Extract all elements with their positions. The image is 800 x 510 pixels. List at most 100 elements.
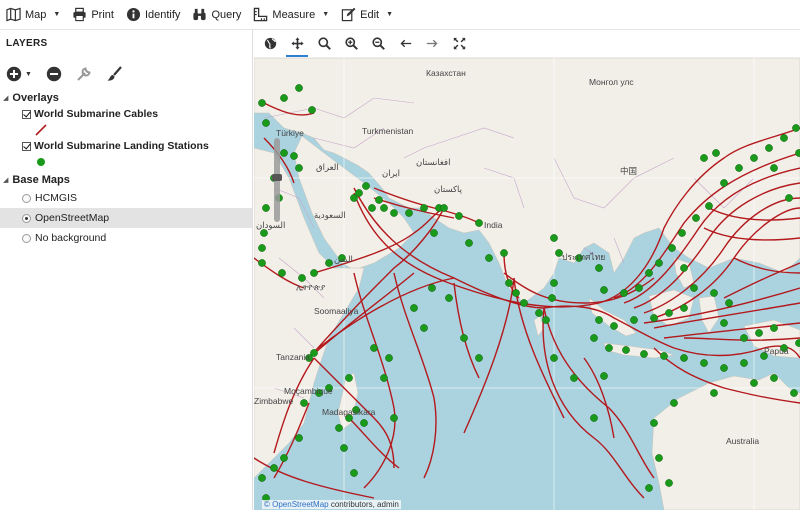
map-menu-button[interactable]: Map ▼ xyxy=(6,4,60,26)
landing-station-marker[interactable] xyxy=(665,479,673,487)
landing-station-marker[interactable] xyxy=(520,299,528,307)
map-canvas[interactable]: Казахстан Монгол улс Türkiye Turkmenista… xyxy=(254,58,800,510)
landing-station-marker[interactable] xyxy=(460,334,468,342)
landing-station-marker[interactable] xyxy=(345,374,353,382)
landing-station-marker[interactable] xyxy=(340,444,348,452)
landing-station-marker[interactable] xyxy=(258,259,266,267)
landing-station-marker[interactable] xyxy=(650,419,658,427)
landing-station-marker[interactable] xyxy=(300,399,308,407)
zoom-out-button[interactable] xyxy=(370,35,386,53)
landing-station-marker[interactable] xyxy=(635,284,643,292)
landing-station-marker[interactable] xyxy=(428,284,436,292)
zoom-box-button[interactable] xyxy=(316,35,332,53)
no-background-radio[interactable] xyxy=(22,233,31,243)
overlays-group[interactable]: ◢ Overlays xyxy=(0,90,252,106)
landing-station-marker[interactable] xyxy=(690,284,698,292)
landing-station-marker[interactable] xyxy=(390,209,398,217)
landing-station-marker[interactable] xyxy=(370,344,378,352)
landing-station-marker[interactable] xyxy=(570,374,578,382)
zoom-slider[interactable] xyxy=(272,138,282,222)
landing-station-marker[interactable] xyxy=(650,314,658,322)
landing-station-marker[interactable] xyxy=(712,149,720,157)
landing-station-marker[interactable] xyxy=(590,334,598,342)
landing-station-marker[interactable] xyxy=(680,304,688,312)
landing-station-marker[interactable] xyxy=(660,352,668,360)
landing-station-marker[interactable] xyxy=(735,164,743,172)
basemap-option-no-background[interactable]: No background xyxy=(0,228,252,248)
layer-row-landing-stations[interactable]: World Submarine Landing Stations xyxy=(0,138,252,154)
landing-station-marker[interactable] xyxy=(475,219,483,227)
landing-station-marker[interactable] xyxy=(720,179,728,187)
landing-station-marker[interactable] xyxy=(600,372,608,380)
landing-station-marker[interactable] xyxy=(720,364,728,372)
basemap-option-openstreetmap[interactable]: OpenStreetMap xyxy=(0,208,252,228)
add-layer-button[interactable]: ▼ xyxy=(6,66,32,82)
landing-station-marker[interactable] xyxy=(295,164,303,172)
landing-station-marker[interactable] xyxy=(700,359,708,367)
pan-button[interactable] xyxy=(286,35,308,57)
identify-button[interactable]: Identify xyxy=(126,4,180,26)
landing-station-marker[interactable] xyxy=(380,374,388,382)
landing-station-marker[interactable] xyxy=(542,316,550,324)
landing-station-marker[interactable] xyxy=(595,264,603,272)
landing-station-marker[interactable] xyxy=(780,134,788,142)
collapse-triangle-icon[interactable]: ◢ xyxy=(3,176,8,184)
landing-station-marker[interactable] xyxy=(298,274,306,282)
landing-station-marker[interactable] xyxy=(630,316,638,324)
landing-station-marker[interactable] xyxy=(375,196,383,204)
landing-station-marker[interactable] xyxy=(440,204,448,212)
landing-station-marker[interactable] xyxy=(368,204,376,212)
landing-station-marker[interactable] xyxy=(262,204,270,212)
landing-station-marker[interactable] xyxy=(750,379,758,387)
collapse-triangle-icon[interactable]: ◢ xyxy=(3,94,8,102)
print-button[interactable]: Print xyxy=(72,4,114,26)
cables-checkbox[interactable] xyxy=(22,109,31,119)
landing-station-marker[interactable] xyxy=(360,419,368,427)
landing-station-marker[interactable] xyxy=(535,309,543,317)
measure-menu-button[interactable]: Measure ▼ xyxy=(253,4,329,26)
query-button[interactable]: Query xyxy=(192,4,241,26)
openstreetmap-link[interactable]: © OpenStreetMap xyxy=(264,500,329,509)
landing-station-marker[interactable] xyxy=(325,259,333,267)
landing-station-marker[interactable] xyxy=(680,354,688,362)
landing-station-marker[interactable] xyxy=(740,359,748,367)
landing-station-marker[interactable] xyxy=(645,269,653,277)
next-extent-button[interactable] xyxy=(424,35,440,53)
landing-station-marker[interactable] xyxy=(500,249,508,257)
landing-station-marker[interactable] xyxy=(790,389,798,397)
landing-station-marker[interactable] xyxy=(600,286,608,294)
landing-station-marker[interactable] xyxy=(740,334,748,342)
landing-station-marker[interactable] xyxy=(765,144,773,152)
landing-station-marker[interactable] xyxy=(385,354,393,362)
landing-station-marker[interactable] xyxy=(475,354,483,362)
landing-station-marker[interactable] xyxy=(350,469,358,477)
landing-station-marker[interactable] xyxy=(280,94,288,102)
landing-station-marker[interactable] xyxy=(665,309,673,317)
full-extent-button[interactable] xyxy=(451,35,467,53)
base-maps-group[interactable]: ◢ Base Maps xyxy=(0,172,252,188)
landing-station-marker[interactable] xyxy=(310,269,318,277)
landing-station-marker[interactable] xyxy=(390,414,398,422)
landing-stations-checkbox[interactable] xyxy=(22,141,31,151)
hcmgis-radio[interactable] xyxy=(22,193,31,203)
landing-station-marker[interactable] xyxy=(260,229,268,237)
full-globe-button[interactable] xyxy=(262,35,278,53)
landing-station-marker[interactable] xyxy=(258,244,266,252)
landing-station-marker[interactable] xyxy=(622,346,630,354)
landing-station-marker[interactable] xyxy=(335,424,343,432)
landing-station-marker[interactable] xyxy=(678,229,686,237)
landing-station-marker[interactable] xyxy=(258,474,266,482)
zoom-in-button[interactable] xyxy=(343,35,359,53)
landing-station-marker[interactable] xyxy=(770,374,778,382)
landing-station-marker[interactable] xyxy=(770,324,778,332)
landing-station-marker[interactable] xyxy=(655,454,663,462)
landing-station-marker[interactable] xyxy=(595,316,603,324)
landing-station-marker[interactable] xyxy=(795,339,800,347)
landing-station-marker[interactable] xyxy=(430,229,438,237)
landing-station-marker[interactable] xyxy=(290,152,298,160)
zoom-slider-handle[interactable] xyxy=(272,174,282,181)
landing-station-marker[interactable] xyxy=(405,209,413,217)
landing-station-marker[interactable] xyxy=(550,354,558,362)
landing-station-marker[interactable] xyxy=(692,214,700,222)
landing-station-marker[interactable] xyxy=(420,204,428,212)
